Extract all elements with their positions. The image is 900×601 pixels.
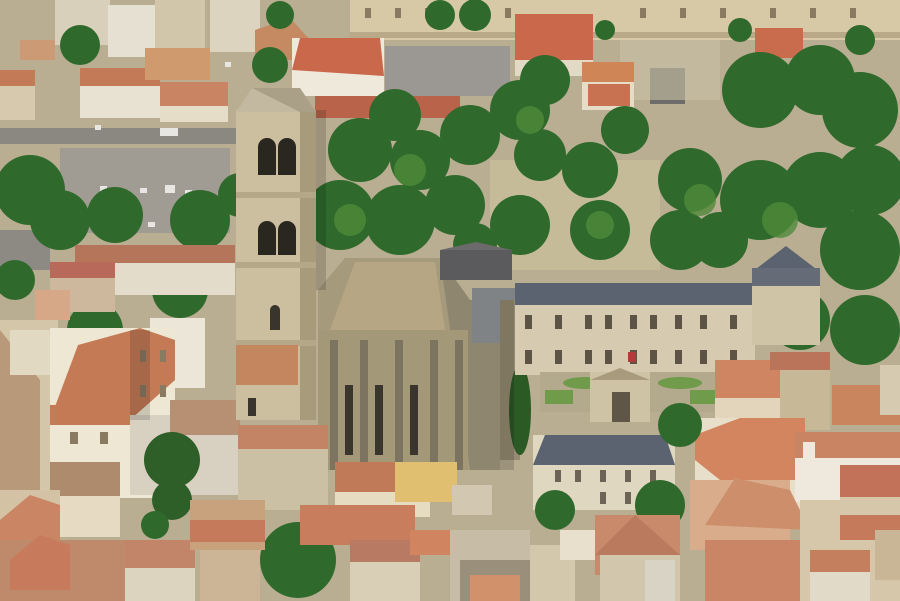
aerial-photo	[0, 0, 900, 601]
church-nave	[318, 242, 522, 470]
